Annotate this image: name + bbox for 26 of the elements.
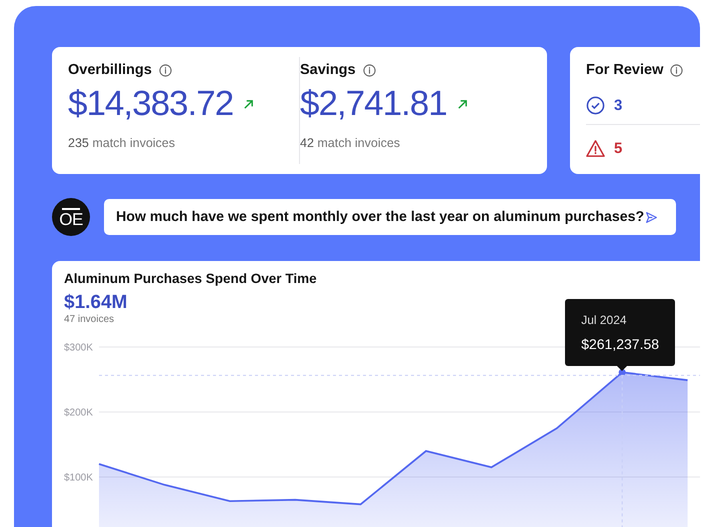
send-icon[interactable] [645, 210, 658, 224]
data-point[interactable] [618, 368, 626, 376]
invoice-count: 47 invoices [64, 314, 114, 325]
company-logo: OE [52, 198, 90, 236]
chart-title: Aluminum Purchases Spend Over Time [64, 271, 318, 286]
question-field[interactable]: How much have we spent monthly over the last year on aluminum purchases? [104, 199, 676, 235]
info-icon[interactable] [158, 64, 172, 76]
stat-note: 235 match invoices [68, 136, 176, 150]
stat-note: 42 match invoices [300, 136, 402, 150]
axis-label: $100K [64, 472, 93, 484]
stat-value: $2,741.81 [300, 84, 447, 124]
tooltip-date: Jul 2024 [581, 313, 628, 327]
tooltip-value: $261,237.58 [581, 336, 660, 352]
axis-label: $300K [64, 342, 93, 354]
axis-label: $200K [64, 408, 93, 418]
warning-triangle-icon [586, 138, 605, 158]
review-count[interactable]: 5 [614, 140, 622, 156]
review-count[interactable]: 3 [614, 96, 622, 114]
info-icon[interactable] [670, 64, 684, 76]
stat-label: Savings [300, 62, 356, 78]
info-icon[interactable] [362, 64, 376, 76]
stat-value: $14,383.72 [68, 84, 234, 124]
stat-label: Overbillings [68, 62, 152, 78]
check-circle-icon [586, 96, 605, 114]
review-title: For Review [586, 62, 664, 78]
chart-total: $1.64M [64, 292, 128, 314]
